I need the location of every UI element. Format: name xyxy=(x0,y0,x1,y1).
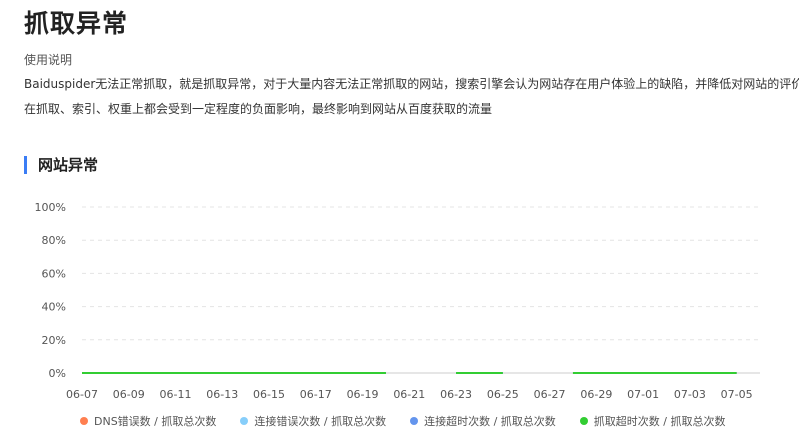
legend-label: 连接超时次数 / 抓取总次数 xyxy=(424,415,556,428)
y-tick-label: 80% xyxy=(42,234,66,247)
x-axis-ticks: 06-07 06-09 06-11 06-13 06-15 06-17 06-19 06-21… xyxy=(66,388,753,401)
legend-item[interactable]: 连接超时次数 / 抓取总次数 xyxy=(410,413,556,429)
legend-item[interactable]: 抓取超时次数 / 抓取总次数 xyxy=(579,413,726,429)
x-tick-label: 06-17 xyxy=(300,388,332,401)
legend-dot-icon xyxy=(579,417,588,425)
legend-label: 连接错误次数 / 抓取总次数 xyxy=(254,415,387,428)
y-tick-label: 0% xyxy=(49,367,66,380)
legend-dot-icon xyxy=(410,417,419,425)
x-tick-label: 06-11 xyxy=(160,388,192,401)
legend-dot-icon xyxy=(240,417,249,425)
legend-item[interactable]: 连接错误次数 / 抓取总次数 xyxy=(240,413,386,429)
legend-label: DNS错误数 / 抓取总次数 xyxy=(94,415,217,428)
x-tick-label: 06-21 xyxy=(393,388,425,401)
usage-heading: 使用说明 xyxy=(24,53,73,67)
x-tick-label: 06-25 xyxy=(487,388,519,401)
x-tick-label: 06-15 xyxy=(253,388,285,401)
x-tick-label: 06-27 xyxy=(534,388,566,401)
chart-legend: DNS错误数 / 抓取总次数 连接错误次数 / 抓取总次数 连接超时次数 / 抓取总… xyxy=(80,413,726,429)
page-title: 抓取异常 xyxy=(24,9,129,38)
legend-dot-icon xyxy=(80,417,88,425)
x-tick-label: 06-09 xyxy=(113,388,145,401)
x-tick-label: 07-03 xyxy=(674,388,706,401)
x-tick-label: 06-07 xyxy=(66,388,98,401)
x-tick-label: 07-01 xyxy=(627,388,659,401)
site-anomaly-chart: 0%20%40%60%80%100% 06-07 06-09 06-11 06-13 0… xyxy=(35,201,760,401)
x-tick-label: 06-29 xyxy=(580,388,612,401)
y-tick-label: 100% xyxy=(35,201,66,214)
x-tick-label: 06-23 xyxy=(440,388,472,401)
y-axis-ticks: 0% 20% 40% 60% 80% 100% xyxy=(35,201,66,380)
y-tick-label: 60% xyxy=(42,267,66,280)
section-title: 网站异常 xyxy=(24,156,98,174)
grid-layer xyxy=(82,206,760,374)
y-tick-label: 20% xyxy=(42,334,66,347)
y-tick-label: 40% xyxy=(42,301,66,314)
x-tick-label: 06-13 xyxy=(206,388,238,401)
legend-item[interactable]: DNS错误数 / 抓取总次数 xyxy=(80,413,216,429)
legend-label: 抓取超时次数 / 抓取总次数 xyxy=(593,415,726,428)
x-tick-label: 06-19 xyxy=(347,388,379,401)
x-tick-label: 07-05 xyxy=(721,388,753,401)
usage-description: Baiduspider无法正常抓取，就是抓取异常，对于大量内容无法正常抓取的网站… xyxy=(24,77,799,116)
